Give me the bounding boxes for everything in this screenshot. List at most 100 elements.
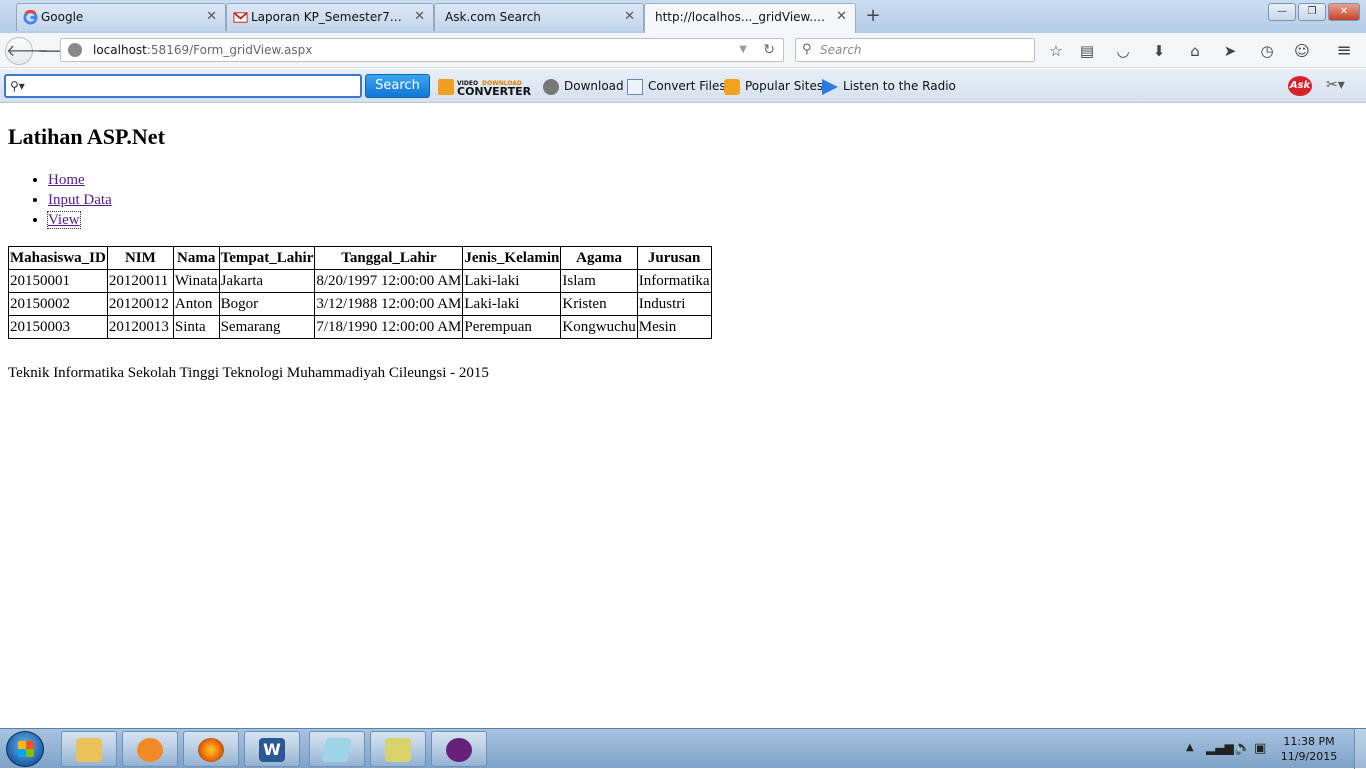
network-signal-icon[interactable]: ▂▄▆ (1206, 741, 1234, 755)
taskbar-firefox[interactable] (183, 731, 239, 767)
column-header: Agama (560, 246, 638, 270)
bookmark-star-icon[interactable]: ☆ (1046, 41, 1066, 61)
clock[interactable]: 11:38 PM 11/9/2015 (1274, 734, 1344, 764)
pocket-icon[interactable]: ◡ (1113, 41, 1133, 61)
listen-radio-item[interactable]: Listen to the Radio (822, 78, 956, 96)
ask-logo-icon[interactable]: Ask (1288, 76, 1312, 96)
convert-files-label: Convert Files (648, 79, 726, 93)
tab-gridview-active[interactable]: http://localhos..._gridView.aspx ✕ (644, 3, 856, 33)
svg-text:CONVERTER: CONVERTER (457, 85, 532, 97)
table-cell: 20150003 (8, 315, 108, 339)
sql-setup-icon (385, 738, 411, 762)
home-link[interactable]: Home (48, 172, 85, 188)
table-cell: Sinta (172, 315, 220, 339)
tab-google[interactable]: Google ✕ (16, 3, 226, 31)
history-icon[interactable]: ◷ (1257, 41, 1277, 61)
back-button[interactable]: 🡐 (5, 37, 49, 65)
play-icon (822, 78, 838, 95)
ask-toolbar: ⚲▾ Search VIDEO DOWNLOAD CONVERTER Downl… (0, 69, 1366, 103)
input-data-link[interactable]: Input Data (48, 192, 112, 208)
table-cell: 20120012 (106, 292, 174, 316)
table-cell: 3/12/1988 12:00:00 AM (314, 292, 464, 316)
dropdown-arrow-icon[interactable]: ▼ (739, 39, 747, 61)
visual-studio-icon (446, 738, 472, 762)
taskbar-word[interactable]: W (244, 731, 300, 767)
table-cell: Islam (560, 269, 638, 293)
download-label: Download (564, 79, 624, 93)
show-hidden-icons-icon[interactable]: ▲ (1186, 742, 1194, 753)
table-cell: Bogor (218, 292, 316, 316)
table-cell: 20150001 (8, 269, 108, 293)
hello-icon[interactable]: ☺ (1292, 41, 1312, 61)
notepad-icon (321, 738, 353, 762)
table-row: 20150001 20120011 Winata Jakarta 8/20/19… (8, 269, 712, 293)
table-header-row: Mahasiswa_ID NIM Nama Tempat_Lahir Tangg… (8, 246, 712, 270)
downloads-icon[interactable]: ⬇ (1149, 41, 1169, 61)
table-cell: 20150002 (8, 292, 108, 316)
ask-search-input[interactable]: ⚲▾ (4, 74, 362, 98)
column-header: Jurusan (636, 246, 712, 270)
star-icon (724, 78, 740, 95)
taskbar-explorer[interactable] (61, 731, 117, 767)
menu-icon[interactable]: ≡ (1334, 41, 1354, 61)
close-window-button[interactable]: ✕ (1328, 3, 1360, 21)
nav-item-input-data: Input Data (48, 190, 1358, 210)
power-icon[interactable]: ▣ (1254, 741, 1266, 756)
show-desktop-button[interactable] (1354, 729, 1366, 769)
volume-icon[interactable]: 🔈 (1234, 740, 1251, 756)
tools-icon[interactable]: ✂▾ (1326, 77, 1345, 93)
download-icon (543, 78, 559, 95)
start-button[interactable] (6, 731, 44, 767)
video-download-converter-logo[interactable]: VIDEO DOWNLOAD CONVERTER (438, 77, 533, 98)
tab-label: Google (41, 10, 84, 24)
nav-menu: Home Input Data View (8, 170, 1358, 230)
close-tab-icon[interactable]: ✕ (624, 4, 635, 30)
home-icon[interactable]: ⌂ (1185, 41, 1205, 61)
forward-button[interactable]: 🡒 (37, 41, 77, 61)
table-row: 20150002 20120012 Anton Bogor 3/12/1988 … (8, 292, 712, 316)
table-row: 20150003 20120013 Sinta Semarang 7/18/19… (8, 315, 712, 339)
column-header: Nama (172, 246, 220, 270)
taskbar-visual-studio[interactable] (431, 731, 487, 767)
ask-search-button[interactable]: Search (365, 74, 430, 98)
download-item[interactable]: Download (543, 78, 624, 96)
tab-gmail[interactable]: Laporan KP_Semester7_Mu... ✕ (226, 3, 434, 31)
view-link[interactable]: View (47, 211, 81, 229)
column-header: Jenis_Kelamin (462, 246, 562, 270)
column-header: Tempat_Lahir (218, 246, 316, 270)
url-bar[interactable]: localhost:58169/Form_gridView.aspx ▼ ↻ (60, 38, 784, 62)
close-tab-icon[interactable]: ✕ (414, 4, 425, 30)
table-cell: Laki-laki (462, 269, 562, 293)
page-title: Latihan ASP.Net (8, 124, 165, 149)
convert-files-icon (627, 78, 643, 95)
popular-sites-label: Popular Sites (745, 79, 824, 93)
search-placeholder: Search (820, 43, 862, 57)
table-cell: 8/20/1997 12:00:00 AM (314, 269, 464, 293)
media-player-icon (137, 738, 163, 762)
search-input[interactable]: ⚲ Search (795, 38, 1035, 62)
table-cell: Anton (172, 292, 220, 316)
minimize-button[interactable]: — (1268, 3, 1296, 21)
converter-logo-icon: VIDEO DOWNLOAD CONVERTER (438, 79, 532, 98)
convert-files-item[interactable]: Convert Files (627, 78, 726, 96)
listen-radio-label: Listen to the Radio (843, 79, 956, 93)
tab-ask-search[interactable]: Ask.com Search ✕ (434, 3, 644, 31)
close-tab-icon[interactable]: ✕ (206, 4, 217, 30)
nav-item-home: Home (48, 170, 1358, 190)
taskbar-media-player[interactable] (122, 731, 178, 767)
windows-taskbar: W ▲ ▂▄▆ 🔈 ▣ 11:38 PM 11/9/2015 (0, 728, 1366, 769)
send-icon[interactable]: ➤ (1220, 41, 1240, 61)
reading-list-icon[interactable]: ▤ (1077, 41, 1097, 61)
close-tab-icon[interactable]: ✕ (836, 4, 847, 30)
clock-date: 11/9/2015 (1280, 750, 1338, 763)
table-cell: 20120013 (106, 315, 174, 339)
taskbar-sql-setup[interactable] (370, 731, 426, 767)
restore-button[interactable]: ❐ (1298, 3, 1326, 21)
table-cell: Laki-laki (462, 292, 562, 316)
system-tray: ▲ ▂▄▆ 🔈 ▣ 11:38 PM 11/9/2015 (1156, 729, 1366, 769)
table-cell: Informatika (636, 269, 712, 293)
taskbar-notepad[interactable] (309, 731, 365, 767)
popular-sites-item[interactable]: Popular Sites (724, 78, 823, 96)
reload-icon[interactable]: ↻ (763, 39, 775, 61)
new-tab-button[interactable]: + (862, 5, 884, 27)
